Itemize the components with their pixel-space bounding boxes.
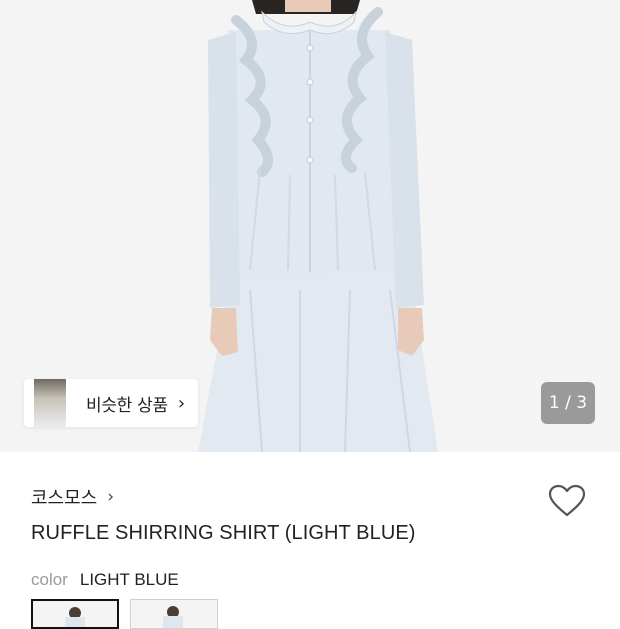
chevron-right-icon: › (177, 392, 186, 414)
heart-outline-icon[interactable] (548, 484, 586, 518)
chevron-right-icon: › (107, 487, 115, 507)
swatch-thumb-body (163, 616, 183, 628)
color-swatch[interactable] (130, 599, 218, 629)
color-label: color (31, 570, 68, 589)
color-option-row: color LIGHT BLUE (31, 570, 179, 590)
image-page-indicator: 1 / 3 (541, 382, 595, 424)
color-swatch-selected[interactable] (31, 599, 119, 629)
similar-products-label: 비슷한 상품 (86, 395, 168, 416)
swatch-thumb-body (65, 617, 85, 627)
similar-products-button[interactable]: 비슷한 상품 › (24, 379, 198, 427)
brand-link[interactable]: 코스모스 › (31, 484, 114, 510)
product-image-carousel[interactable]: 비슷한 상품 › 1 / 3 (0, 0, 620, 452)
brand-name: 코스모스 (31, 488, 98, 509)
similar-products-thumbnail (34, 379, 66, 427)
color-value: LIGHT BLUE (79, 570, 179, 589)
product-title: RUFFLE SHIRRING SHIRT (LIGHT BLUE) (31, 522, 416, 544)
